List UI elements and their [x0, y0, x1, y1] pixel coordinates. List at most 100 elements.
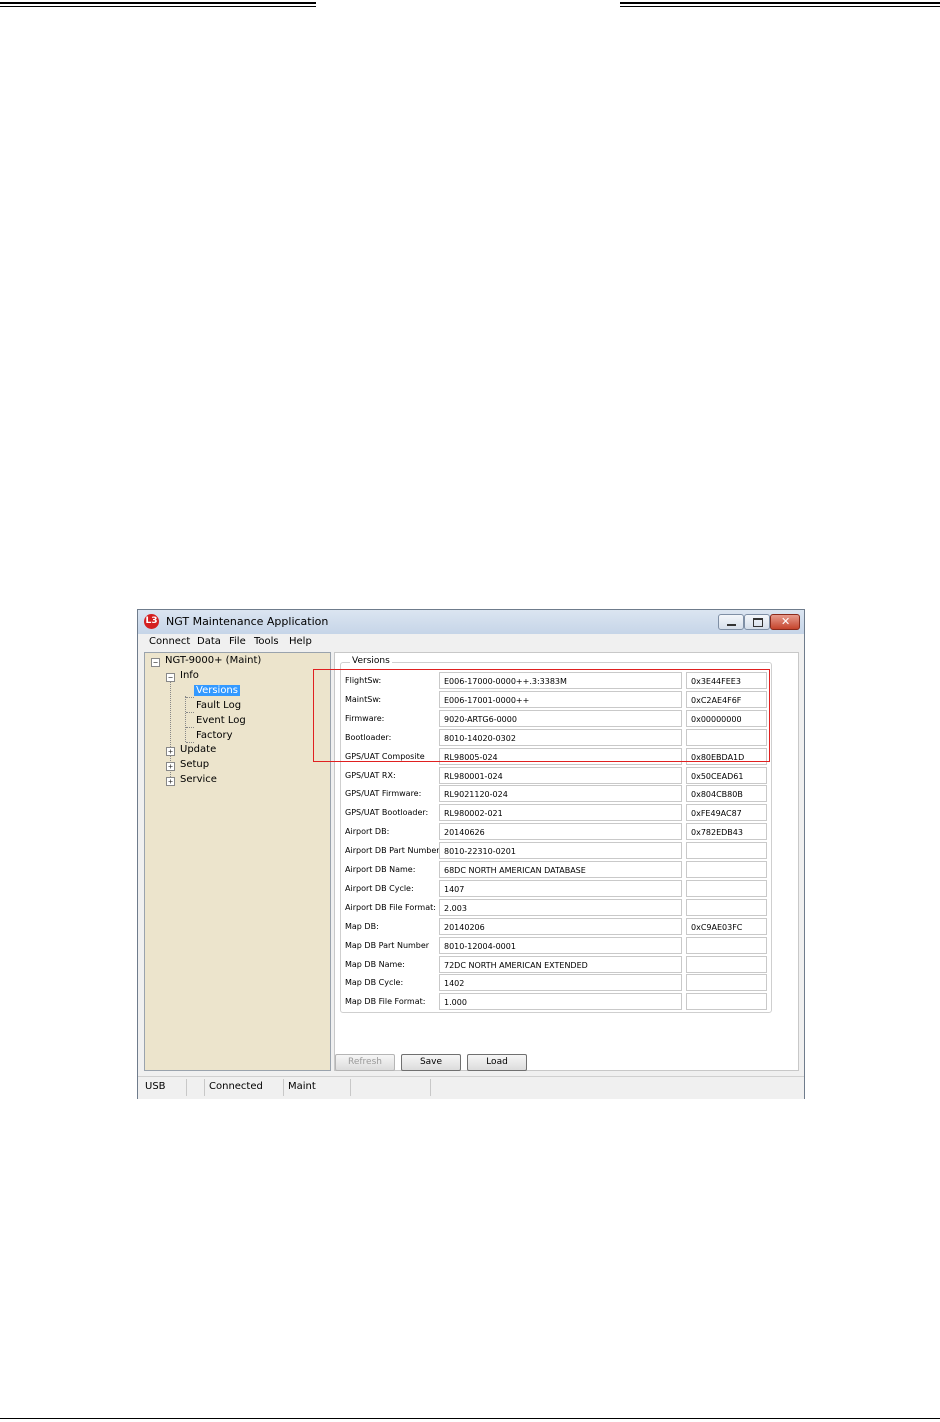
expand-icon[interactable]: + [166, 762, 175, 771]
version-crc-field[interactable] [686, 842, 767, 860]
version-row: Airport DB Name: 68DC NORTH AMERICAN DATA… [341, 860, 773, 879]
version-value-field[interactable]: 1407 [439, 879, 682, 897]
versions-group-title: Versions [350, 656, 392, 666]
version-label: GPS/UAT Firmware: [345, 789, 422, 799]
tree-item-setup[interactable]: Setup [180, 759, 209, 770]
navigation-tree: − NGT-9000+ (Maint) − Info Versions Faul… [144, 652, 331, 1071]
version-value-field[interactable]: RL9021120-024 [439, 785, 682, 803]
status-mode: Maint [288, 1081, 316, 1092]
tree-item-update[interactable]: Update [180, 744, 216, 755]
version-value-field[interactable]: RL980001-024 [439, 766, 682, 784]
header-rule-right [620, 2, 940, 7]
version-crc-field[interactable] [686, 936, 767, 954]
version-crc-field[interactable]: 0x804CB80B [686, 785, 767, 803]
version-row: Map DB File Format: 1.000 [341, 992, 773, 1011]
version-crc-field[interactable]: 0x782EDB43 [686, 823, 767, 841]
tree-item-fault-log[interactable]: Fault Log [196, 700, 241, 711]
version-row: GPS/UAT Bootloader: RL980002-021 0xFE49AC8… [341, 803, 773, 822]
menu-help[interactable]: Help [289, 636, 312, 647]
minimize-button[interactable] [718, 614, 744, 630]
load-button[interactable]: Load [467, 1054, 527, 1071]
close-button[interactable]: ✕ [770, 614, 800, 630]
version-crc-field[interactable]: 0x00000000 [686, 709, 767, 727]
version-crc-field[interactable] [686, 898, 767, 916]
version-crc-field[interactable] [686, 861, 767, 878]
version-crc-field[interactable] [686, 955, 767, 973]
version-label: Map DB File Format: [345, 997, 426, 1007]
window-title: NGT Maintenance Application [166, 615, 329, 628]
app-logo-icon: L3 [144, 614, 159, 629]
version-crc-field[interactable] [686, 993, 767, 1011]
version-crc-field[interactable] [686, 974, 767, 992]
version-value-field[interactable]: 9020-ARTG6-0000 [439, 709, 682, 727]
version-value-field[interactable]: 2.003 [439, 898, 682, 916]
tree-item-service[interactable]: Service [180, 774, 217, 785]
version-crc-field[interactable] [686, 728, 767, 746]
version-label: FlightSw: [345, 676, 382, 685]
version-row: Airport DB File Format: 2.003 [341, 898, 773, 917]
version-label: Map DB Part Number [345, 940, 430, 950]
version-crc-field[interactable]: 0xFE49AC87 [686, 804, 767, 822]
collapse-icon[interactable]: − [151, 658, 160, 667]
version-crc-field[interactable] [686, 879, 767, 897]
version-value-field[interactable]: 20140206 [439, 917, 682, 935]
maximize-button[interactable] [744, 614, 770, 630]
version-value-field[interactable]: 8010-14020-0302 [439, 728, 682, 746]
menu-file[interactable]: File [229, 636, 246, 647]
version-row: MaintSw: E006-17001-0000++ 0xC2AE4F6F [341, 690, 773, 709]
menu-data[interactable]: Data [197, 636, 221, 647]
menu-connect[interactable]: Connect [149, 636, 190, 647]
title-bar: L3 NGT Maintenance Application ✕ [138, 610, 804, 635]
version-crc-field[interactable]: 0x50CEAD61 [686, 766, 767, 784]
version-label: Map DB Cycle: [345, 978, 404, 988]
version-row: Firmware: 9020-ARTG6-0000 0x00000000 [341, 709, 773, 728]
version-label: Map DB: [345, 921, 379, 931]
versions-group: Versions FlightSw: E006-17000-0000++.3:33… [340, 656, 773, 1013]
version-crc-field[interactable]: 0xC9AE03FC [686, 917, 767, 935]
status-bar: USB Connected Maint [138, 1076, 804, 1099]
minimize-icon [727, 624, 736, 626]
tree-item-event-log[interactable]: Event Log [196, 715, 246, 726]
app-window: L3 NGT Maintenance Application ✕ Connect… [137, 609, 805, 1099]
version-value-field[interactable]: 8010-12004-0001 [439, 936, 682, 954]
expand-icon[interactable]: + [166, 777, 175, 786]
version-value-field[interactable]: 1402 [439, 974, 682, 992]
tree-branch-line [185, 696, 186, 742]
version-label: GPS/UAT Bootloader: [345, 808, 429, 818]
version-value-field[interactable]: 8010-22310-0201 [439, 842, 682, 860]
save-button[interactable]: Save [401, 1054, 461, 1071]
version-row: GPS/UAT Firmware: RL9021120-024 0x804CB80B [341, 784, 773, 803]
version-value-field[interactable]: 20140626 [439, 823, 682, 841]
version-label: Airport DB Name: [345, 865, 416, 874]
version-value-field[interactable]: E006-17000-0000++.3:3383M [439, 672, 682, 689]
tree-item-versions[interactable]: Versions [194, 685, 240, 696]
version-crc-field[interactable]: 0xC2AE4F6F [686, 690, 767, 708]
version-row: Airport DB Cycle: 1407 [341, 879, 773, 898]
version-row: Map DB Cycle: 1402 [341, 973, 773, 992]
tree-root[interactable]: NGT-9000+ (Maint) [165, 655, 261, 666]
version-row: Bootloader: 8010-14020-0302 [341, 728, 773, 747]
menu-tools[interactable]: Tools [254, 636, 279, 647]
status-port: USB [145, 1081, 166, 1092]
version-value-field[interactable]: E006-17001-0000++ [439, 690, 682, 708]
version-value-field[interactable]: RL980002-021 [439, 804, 682, 822]
expand-icon[interactable]: + [166, 747, 175, 756]
version-value-field[interactable]: 1.000 [439, 993, 682, 1011]
version-label: Firmware: [345, 713, 385, 723]
version-value-field[interactable]: 72DC NORTH AMERICAN EXTENDED [439, 955, 682, 973]
version-label: Airport DB Cycle: [345, 883, 414, 893]
version-label: Airport DB File Format: [345, 902, 436, 912]
tree-item-info[interactable]: Info [180, 670, 199, 681]
version-label: Map DB Name: [345, 959, 405, 969]
version-crc-field[interactable]: 0x3E44FEE3 [686, 672, 767, 689]
version-value-field[interactable]: RL98005-024 [439, 747, 682, 765]
version-row: GPS/UAT RX: RL980001-024 0x50CEAD61 [341, 766, 773, 785]
version-crc-field[interactable]: 0x80EBDA1D [686, 747, 767, 765]
versions-panel: Versions FlightSw: E006-17000-0000++.3:33… [334, 652, 799, 1071]
tree-item-factory[interactable]: Factory [196, 730, 233, 741]
refresh-button[interactable]: Refresh [335, 1054, 395, 1071]
version-value-field[interactable]: 68DC NORTH AMERICAN DATABASE [439, 861, 682, 878]
version-label: GPS/UAT RX: [345, 770, 396, 780]
close-icon: ✕ [781, 615, 791, 628]
collapse-icon[interactable]: − [166, 673, 175, 682]
